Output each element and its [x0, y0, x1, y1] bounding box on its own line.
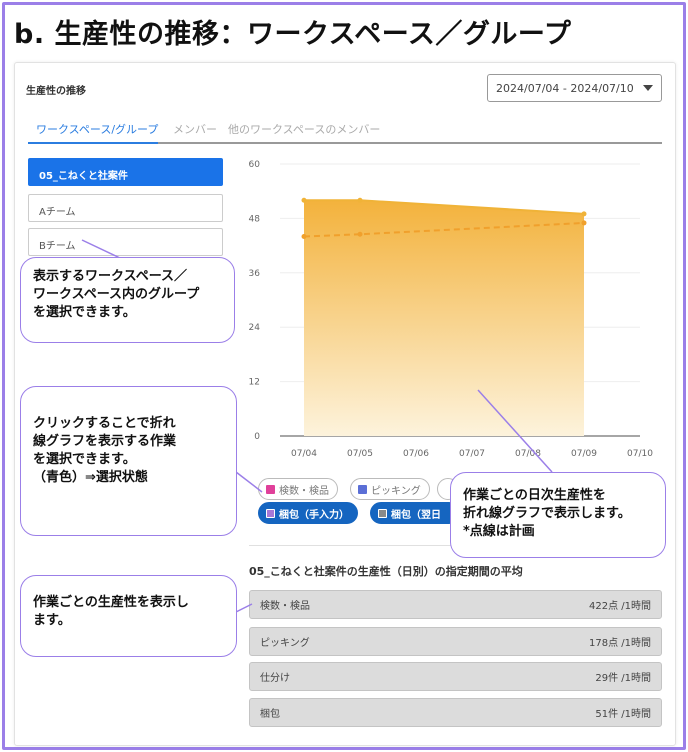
active-tab-indicator: [28, 142, 158, 144]
chip-packing-manual[interactable]: 梱包（手入力）: [258, 502, 358, 524]
plan-point: [581, 220, 587, 226]
page-title: b. 生産性の推移：ワークスペース／グループ: [14, 19, 572, 50]
plan-point: [357, 231, 363, 237]
group-item-a-team[interactable]: Aチーム: [28, 194, 223, 222]
x-tick-label: 07/09: [571, 449, 597, 459]
chip-swatch: [266, 508, 275, 518]
average-row: 仕分け 29件 /1時間: [249, 662, 662, 691]
chip-swatch: [358, 484, 367, 494]
x-tick-label: 07/05: [347, 449, 373, 459]
callout-text: 作業ごとの日次生産性を 折れ線グラフで表示します。 *点線は計画: [463, 488, 631, 539]
chip-label: 梱包（翌日: [391, 509, 441, 521]
y-tick-label: 48: [249, 214, 261, 224]
callout-productivity: 作業ごとの生産性を表示し ます。: [20, 575, 237, 657]
average-section-title: 05_こねくと社案件の生産性（日別）の指定期間の平均: [249, 565, 523, 578]
plan-point: [301, 234, 307, 240]
tab-workspace-group[interactable]: ワークスペース/グループ: [36, 121, 158, 137]
x-tick-label: 07/10: [627, 449, 653, 459]
average-row-label: 仕分け: [260, 673, 290, 684]
actual-point: [357, 197, 363, 203]
average-row-value: 178点 /1時間: [589, 638, 651, 649]
section-title: 生産性の推移: [26, 86, 86, 97]
average-row: 検数・検品 422点 /1時間: [249, 590, 662, 619]
chip-label: 検数・検品: [279, 485, 329, 497]
average-row-value: 51件 /1時間: [595, 709, 651, 720]
x-tick-label: 07/07: [459, 449, 485, 459]
average-row-label: ピッキング: [260, 638, 310, 649]
chip-label: ピッキング: [371, 485, 421, 497]
callout-select-group: 表示するワークスペース／ ワークスペース内のグループ を選択できます。: [20, 257, 235, 343]
group-item-b-team[interactable]: Bチーム: [28, 228, 223, 256]
callout-text: 表示するワークスペース／ ワークスペース内のグループ を選択できます。: [33, 269, 200, 320]
x-tick-label: 07/08: [515, 449, 541, 459]
productivity-line-chart: 0 12 24 36 48 60 07/04 07/05 07/06 07/07 07/08 07/…: [249, 160, 654, 459]
date-range-value: 2024/07/04 - 2024/07/10: [496, 81, 634, 95]
average-row-value: 422点 /1時間: [589, 601, 651, 612]
tab-members[interactable]: メンバー: [173, 121, 217, 137]
y-tick-label: 12: [249, 378, 260, 388]
callout-daily-chart: 作業ごとの日次生産性を 折れ線グラフで表示します。 *点線は計画: [450, 472, 666, 558]
average-row: 梱包 51件 /1時間: [249, 698, 662, 727]
average-row-label: 梱包: [260, 709, 280, 720]
x-tick-label: 07/04: [291, 449, 317, 459]
chip-packing-nextday[interactable]: 梱包（翌日: [370, 502, 460, 524]
y-tick-label: 24: [249, 323, 261, 333]
chevron-down-icon: [643, 85, 653, 91]
chip-picking[interactable]: ピッキング: [350, 478, 430, 500]
average-row-value: 29件 /1時間: [595, 673, 651, 684]
x-tick-label: 07/06: [403, 449, 429, 459]
average-row: ピッキング 178点 /1時間: [249, 627, 662, 656]
chip-inspection[interactable]: 検数・検品: [258, 478, 338, 500]
actual-point: [301, 197, 307, 203]
actual-point: [581, 211, 587, 217]
chip-label: 梱包（手入力）: [279, 509, 349, 521]
callout-text: クリックすることで折れ 線グラフを表示する作業 を選択できます。 （青色）⇒選択…: [33, 416, 177, 485]
tab-other-workspace-members[interactable]: 他のワークスペースのメンバー: [228, 121, 380, 137]
chip-swatch: [378, 508, 387, 518]
chip-swatch: [266, 484, 275, 494]
average-row-label: 検数・検品: [260, 601, 310, 612]
y-tick-label: 60: [249, 160, 261, 170]
group-item-05-connect[interactable]: 05_こねくと社案件: [28, 158, 223, 186]
y-tick-label: 36: [249, 269, 261, 279]
y-tick-label: 0: [254, 432, 260, 442]
date-range-select[interactable]: 2024/07/04 - 2024/07/10: [487, 74, 662, 102]
tab-bar: ワークスペース/グループ メンバー 他のワークスペースのメンバー: [28, 118, 662, 144]
callout-select-task: クリックすることで折れ 線グラフを表示する作業 を選択できます。 （青色）⇒選択…: [20, 386, 237, 536]
callout-text: 作業ごとの生産性を表示し ます。: [33, 595, 189, 628]
